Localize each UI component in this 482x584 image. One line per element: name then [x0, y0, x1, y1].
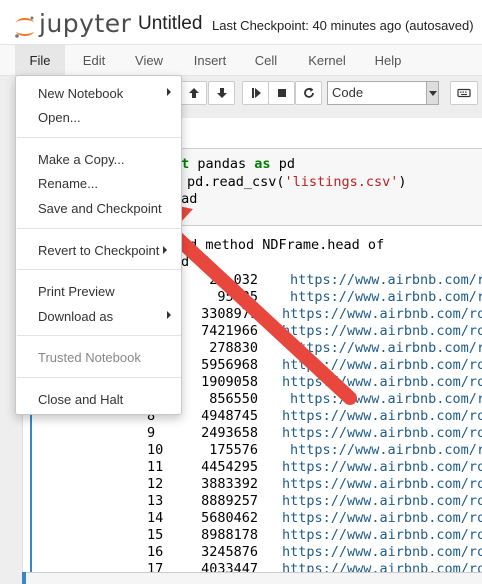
output-row-index: 12: [147, 476, 164, 492]
code-line-2: pd.read_csv('listings.csv'): [187, 174, 407, 190]
output-url-cell: https://www.airbnb.com/r: [290, 391, 482, 407]
output-url-cell: https://www.airbnb.com/r: [290, 272, 482, 288]
menu-view[interactable]: View: [126, 45, 172, 76]
checkpoint-status: Last Checkpoint: 40 minutes ago (autosav…: [212, 18, 474, 33]
output-id-cell: 5680462: [201, 510, 258, 526]
output-url-cell: https://www.airbnb.com/ro: [282, 493, 482, 509]
cell-type-select[interactable]: Code: [327, 81, 439, 105]
output-url-cell: https://www.airbnb.com/ro: [282, 306, 482, 322]
menu-divider: [17, 335, 181, 336]
menu-item-trusted-notebook: Trusted Notebook: [38, 350, 141, 365]
notebook-title[interactable]: Untitled: [138, 13, 202, 35]
output-url-cell: https://www.airbnb.com/r: [290, 340, 482, 356]
output-url-cell: https://www.airbnb.com/ro: [282, 459, 482, 475]
output-id-cell: 175576: [209, 442, 258, 458]
output-url-cell: https://www.airbnb.com/ro: [282, 527, 482, 543]
output-id-cell: 4948745: [201, 408, 258, 424]
output-url-cell: https://www.airbnb.com/ro: [282, 357, 482, 373]
header: jupyter Untitled Last Checkpoint: 40 min…: [0, 0, 482, 44]
run-button[interactable]: [242, 81, 269, 105]
jupyter-logo[interactable]: jupyter: [13, 9, 131, 39]
output-row-index: 16: [147, 544, 164, 560]
output-row-index: 15: [147, 527, 164, 543]
output-id-cell: 8889257: [201, 493, 258, 509]
output-id-cell: 95335: [217, 289, 258, 305]
output-id-cell: 7421966: [201, 323, 258, 339]
select-arrow-icon: [426, 82, 438, 104]
menu-kernel[interactable]: Kernel: [300, 45, 354, 76]
output-id-cell: 1909058: [201, 374, 258, 390]
arrow-up-icon: [188, 88, 199, 98]
output-url-cell: https://www.airbnb.com/r: [290, 289, 482, 305]
output-row-index: 14: [147, 510, 164, 526]
menu-divider: [17, 137, 181, 138]
move-up-button[interactable]: [180, 81, 207, 105]
jupyter-logo-icon: [15, 16, 34, 38]
output-id-cell: 3883392: [201, 476, 258, 492]
output-row-index: 9: [147, 425, 156, 441]
menu-cell[interactable]: Cell: [247, 45, 285, 76]
output-url-cell: https://www.airbnb.com/ro: [282, 544, 482, 560]
output-header: nd method NDFrame.head of: [181, 237, 385, 253]
menu-edit[interactable]: Edit: [72, 45, 116, 76]
output-id-cell: 3245876: [201, 544, 258, 560]
output-url-cell: https://www.airbnb.com/ro: [282, 323, 482, 339]
move-down-button[interactable]: [208, 81, 235, 105]
command-palette-button[interactable]: [450, 81, 478, 105]
menu-insert[interactable]: Insert: [186, 45, 234, 76]
next-cell[interactable]: [22, 572, 482, 584]
menu-help[interactable]: Help: [368, 45, 408, 76]
cell-type-value: Code: [332, 85, 364, 100]
menu-item-open[interactable]: Open...: [38, 110, 81, 125]
menu-item-rename[interactable]: Rename...: [38, 176, 98, 191]
stop-icon: [277, 89, 286, 97]
output-id-cell: 5956968: [201, 357, 258, 373]
output-id-cell: 278830: [209, 340, 258, 356]
restart-button[interactable]: [295, 81, 322, 105]
menu-item-print-preview[interactable]: Print Preview: [38, 284, 115, 299]
menu-item-revert-checkpoint[interactable]: Revert to Checkpoint: [38, 243, 159, 258]
submenu-caret-icon: [163, 246, 167, 254]
output-id-cell: 856550: [209, 391, 258, 407]
restart-icon: [303, 87, 314, 98]
output-row-index: 13: [147, 493, 164, 509]
menu-item-close-halt[interactable]: Close and Halt: [38, 392, 123, 407]
output-url-cell: https://www.airbnb.com/r: [290, 442, 482, 458]
output-id-cell: 3308979: [201, 306, 258, 322]
output-row-index: 11: [147, 459, 164, 475]
step-forward-icon: [251, 88, 261, 98]
output-id-cell: 4454295: [201, 459, 258, 475]
menu-item-download-as[interactable]: Download as: [38, 309, 113, 324]
menu-divider: [17, 377, 181, 378]
code-cell-input[interactable]: rt pandas as pd pd.read_csv('listings.cs…: [150, 148, 482, 226]
code-line-1: rt pandas as pd: [173, 156, 295, 172]
file-menu-dropdown: New Notebook Open... Make a Copy... Rena…: [15, 75, 182, 415]
output-row-index: 10: [147, 442, 164, 458]
menu-divider: [17, 269, 181, 270]
output-url-cell: https://www.airbnb.com/ro: [282, 476, 482, 492]
menu-item-save-checkpoint[interactable]: Save and Checkpoint: [38, 201, 162, 216]
output-url-cell: https://www.airbnb.com/ro: [282, 425, 482, 441]
output-url-cell: https://www.airbnb.com/ro: [282, 510, 482, 526]
keyboard-icon: [457, 88, 471, 98]
menubar: File Edit View Insert Cell Kernel Help: [0, 44, 482, 76]
logo-text: jupyter: [39, 9, 132, 38]
menu-item-new-notebook[interactable]: New Notebook: [38, 86, 123, 101]
output-url-cell: https://www.airbnb.com/ro: [282, 374, 482, 390]
submenu-caret-icon: [167, 311, 171, 319]
next-cell-indicator: [22, 572, 26, 584]
submenu-caret-icon: [167, 88, 171, 96]
menu-file[interactable]: File: [15, 45, 65, 76]
output-id-cell: 24 032: [209, 272, 258, 288]
output-url-cell: https://www.airbnb.com/ro: [282, 408, 482, 424]
output-id-cell: 2493658: [201, 425, 258, 441]
interrupt-button[interactable]: [268, 81, 295, 105]
menu-divider: [17, 228, 181, 229]
jupyter-notebook-window: jupyter Untitled Last Checkpoint: 40 min…: [0, 0, 482, 584]
output-id-cell: 8988178: [201, 527, 258, 543]
output-header-2: d \: [181, 254, 214, 270]
menu-item-make-copy[interactable]: Make a Copy...: [38, 152, 124, 167]
arrow-down-icon: [216, 88, 227, 98]
